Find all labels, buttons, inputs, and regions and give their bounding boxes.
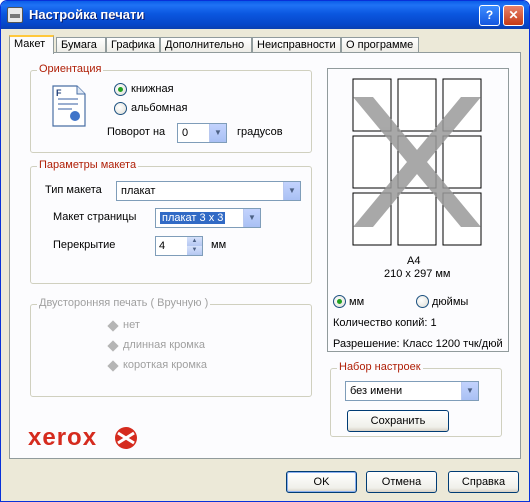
tab-graphics[interactable]: Графика <box>106 37 160 53</box>
page-layout-label: Макет страницы <box>53 211 137 223</box>
tab-advanced[interactable]: Дополнительно <box>160 37 252 53</box>
portrait-label: книжная <box>131 83 174 95</box>
layout-options-label: Параметры макета <box>37 159 139 171</box>
portrait-radio[interactable] <box>114 83 127 96</box>
degrees-label: градусов <box>237 126 283 138</box>
chevron-down-icon[interactable]: ▼ <box>461 382 478 400</box>
cancel-button[interactable]: Отмена <box>366 471 437 493</box>
resolution-info: Разрешение: Класс 1200 тчк/дюйм <box>333 338 503 350</box>
duplex-group: Двусторонняя печать ( Вручную ) нет длин… <box>30 297 312 397</box>
overlap-value: 4 <box>159 240 166 252</box>
paper-size: 210 x 297 мм <box>384 268 451 280</box>
layout-panel: Ориентация F книжная альбомная Поворот н… <box>9 52 521 459</box>
layout-type-select[interactable]: плакат ▼ <box>116 181 301 201</box>
orientation-label: Ориентация <box>37 63 104 75</box>
duplex-none-label: нет <box>123 319 140 331</box>
tab-about[interactable]: О программе <box>341 37 419 53</box>
window-title: Настройка печати <box>29 7 145 22</box>
overlap-label: Перекрытие <box>53 239 116 251</box>
layout-options-group: Параметры макета Тип макета плакат ▼ Мак… <box>30 159 312 284</box>
chevron-down-icon[interactable]: ▼ <box>209 124 226 142</box>
svg-text:F: F <box>56 88 62 98</box>
paper-name: A4 <box>407 255 421 267</box>
chevron-down-icon[interactable]: ▼ <box>243 209 260 227</box>
layout-type-value: плакат <box>121 185 156 197</box>
landscape-radio[interactable] <box>114 102 127 115</box>
unit-inch-label: дюймы <box>432 296 469 308</box>
copies-count: Количество копий: 1 <box>333 317 437 329</box>
duplex-none-radio[interactable] <box>107 320 119 332</box>
rotate-select[interactable]: 0 ▼ <box>177 123 227 143</box>
unit-inch-radio[interactable] <box>416 295 429 308</box>
printer-icon <box>7 7 23 23</box>
unit-mm-radio[interactable] <box>333 295 346 308</box>
presets-group: Набор настроек без имени ▼ Сохранить <box>330 361 502 437</box>
print-settings-window: Настройка печати ? ✕ Макет Бумага График… <box>0 0 530 502</box>
presets-label: Набор настроек <box>337 361 423 373</box>
poster-preview: A4 210 x 297 мм мм дюймы Количество копи… <box>327 68 509 352</box>
xerox-logo-text: xerox <box>28 424 98 451</box>
duplex-label: Двусторонняя печать ( Вручную ) <box>37 297 211 309</box>
presets-select[interactable]: без имени ▼ <box>345 381 479 401</box>
landscape-label: альбомная <box>131 102 188 114</box>
tab-layout[interactable]: Макет <box>9 35 54 54</box>
spin-up-icon[interactable]: ▲ <box>187 237 202 246</box>
duplex-long-edge-label: длинная кромка <box>123 339 206 351</box>
duplex-short-edge-label: короткая кромка <box>123 359 208 371</box>
close-button[interactable]: ✕ <box>503 5 524 26</box>
ok-button[interactable]: OK <box>286 471 357 493</box>
save-preset-button[interactable]: Сохранить <box>347 410 449 432</box>
rotate-label: Поворот на <box>107 126 166 138</box>
help-button[interactable]: Справка <box>448 471 519 493</box>
duplex-long-edge-radio[interactable] <box>107 340 119 352</box>
title-bar: Настройка печати ? ✕ <box>1 1 529 29</box>
page-layout-value: плакат 3 x 3 <box>160 212 226 224</box>
xerox-logo-icon <box>115 427 137 449</box>
portrait-document-icon: F <box>52 85 86 127</box>
overlap-spinner[interactable]: 4 ▲ ▼ <box>155 236 203 256</box>
unit-mm-label: мм <box>349 296 365 308</box>
tab-paper[interactable]: Бумага <box>56 37 106 53</box>
orientation-group: Ориентация F книжная альбомная Поворот н… <box>30 63 312 153</box>
layout-type-label: Тип макета <box>45 184 102 196</box>
spin-down-icon[interactable]: ▼ <box>187 246 202 255</box>
poster-preview-image <box>352 78 482 246</box>
tab-troubleshooting[interactable]: Неисправности <box>252 37 341 53</box>
presets-value: без имени <box>350 385 403 397</box>
rotate-value: 0 <box>182 127 189 139</box>
overlap-unit: мм <box>211 239 227 251</box>
duplex-short-edge-radio[interactable] <box>107 360 119 372</box>
chevron-down-icon[interactable]: ▼ <box>283 182 300 200</box>
page-layout-select[interactable]: плакат 3 x 3 ▼ <box>155 208 261 228</box>
help-title-button[interactable]: ? <box>479 5 500 26</box>
